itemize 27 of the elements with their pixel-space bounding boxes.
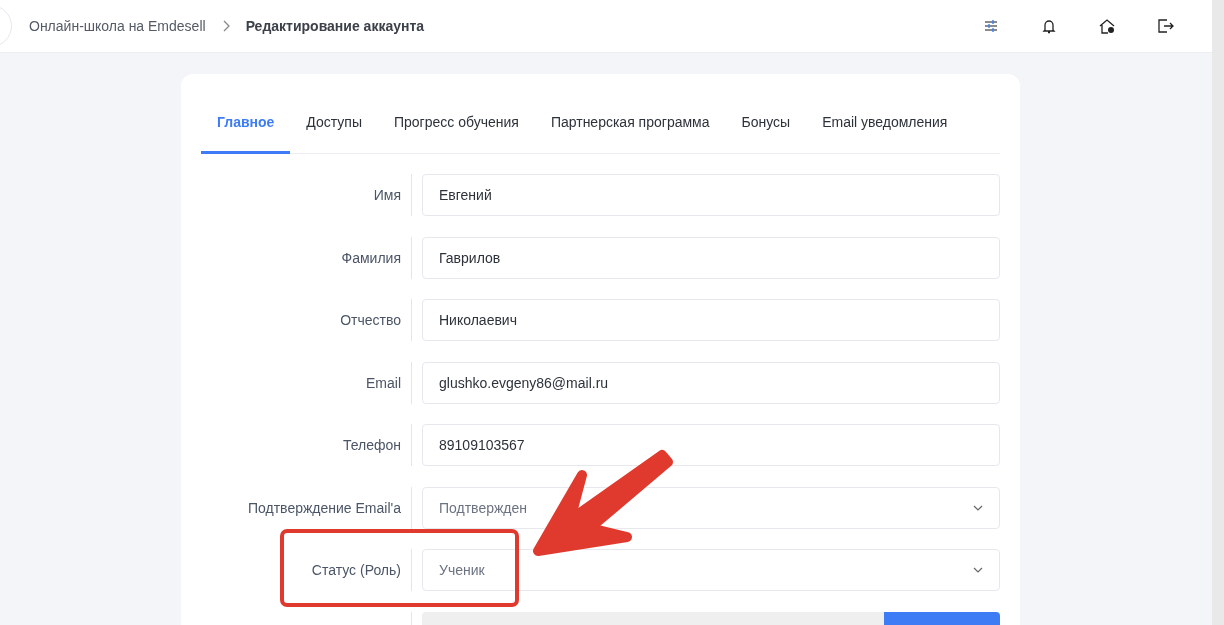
bell-icon[interactable] (1040, 17, 1058, 35)
chevron-icon (973, 567, 983, 573)
tab[interactable]: Email уведомления (806, 94, 964, 154)
tab[interactable]: Главное (201, 94, 291, 154)
field-label: Статус (Роль) (310, 562, 402, 578)
field-label: Имя (372, 187, 402, 203)
text-input[interactable]: Евгений (422, 174, 1000, 216)
text-input[interactable]: Николаевич (422, 299, 1000, 341)
chevron-icon (973, 504, 983, 511)
tab[interactable]: Партнерская программа (534, 94, 726, 154)
tab[interactable]: Прогресс обучения (377, 94, 535, 154)
tab[interactable]: Доступы (290, 94, 378, 154)
field-label: Email (365, 374, 402, 391)
tab[interactable]: Бонусы (725, 94, 807, 154)
breadcrumb-current: Редактирование аккаунта (245, 18, 425, 34)
logout-icon[interactable] (1156, 17, 1174, 35)
text-input[interactable]: 89109103567 (422, 424, 1000, 466)
field-label: Телефон (341, 437, 402, 453)
text-input[interactable]: glushko.evgeny86@mail.ru (422, 361, 1000, 404)
select-dropdown[interactable]: Ученик (422, 549, 1000, 591)
field-label: Фамилия (340, 249, 402, 266)
breadcrumb-link[interactable]: Онлайн-школа на Emdesell (29, 18, 206, 34)
home-icon[interactable] (1098, 17, 1116, 35)
field-label: Подтверждение Email'a (247, 499, 402, 516)
sliders-icon[interactable] (982, 17, 1000, 35)
text-input[interactable]: Гаврилов (422, 236, 1000, 279)
field-label: Отчество (339, 312, 402, 328)
